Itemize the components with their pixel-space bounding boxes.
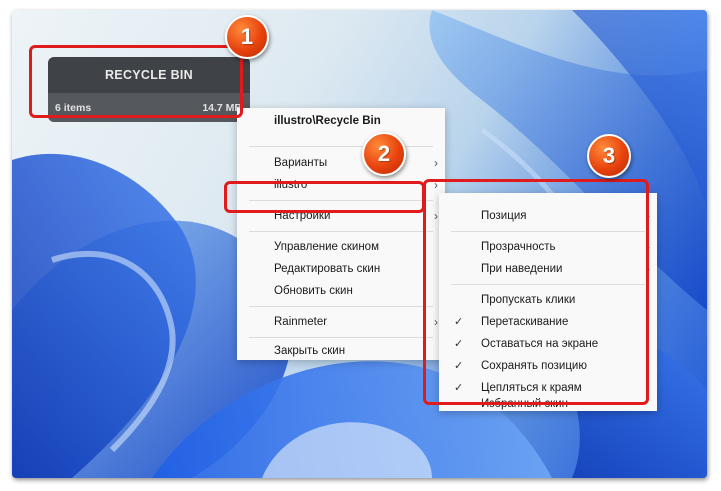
menu-separator [249,231,433,232]
step-badge-1: 1 [225,15,269,59]
menu-separator [249,337,433,338]
menu-item-close-skin[interactable]: Закрыть скин [237,342,445,360]
menu-separator [249,146,433,147]
highlight-box-submenu [423,179,649,405]
menu-item-label: Закрыть скин [274,345,346,357]
menu-item-manage-skin[interactable]: Управление скином [237,236,445,258]
context-menu: illustro\Recycle Bin Варианты › illustro… [237,108,445,360]
highlight-box-settings [224,181,425,213]
menu-item-refresh-skin[interactable]: Обновить скин [237,280,445,302]
menu-item-label: Обновить скин [274,285,353,297]
menu-header: illustro\Recycle Bin [274,115,381,127]
highlight-box-widget [29,45,243,118]
menu-item-label: Редактировать скин [274,263,381,275]
menu-item-edit-skin[interactable]: Редактировать скин [237,258,445,280]
step-badge-2: 2 [362,132,406,176]
menu-item-variants[interactable]: Варианты › [237,152,445,174]
menu-item-label: Управление скином [274,241,379,253]
chevron-right-icon: › [434,156,438,170]
menu-item-label: Rainmeter [274,316,328,328]
menu-item-label: Варианты [274,157,328,169]
menu-separator [249,306,433,307]
menu-item-rainmeter[interactable]: Rainmeter › [237,311,445,333]
step-badge-3: 3 [587,134,631,178]
